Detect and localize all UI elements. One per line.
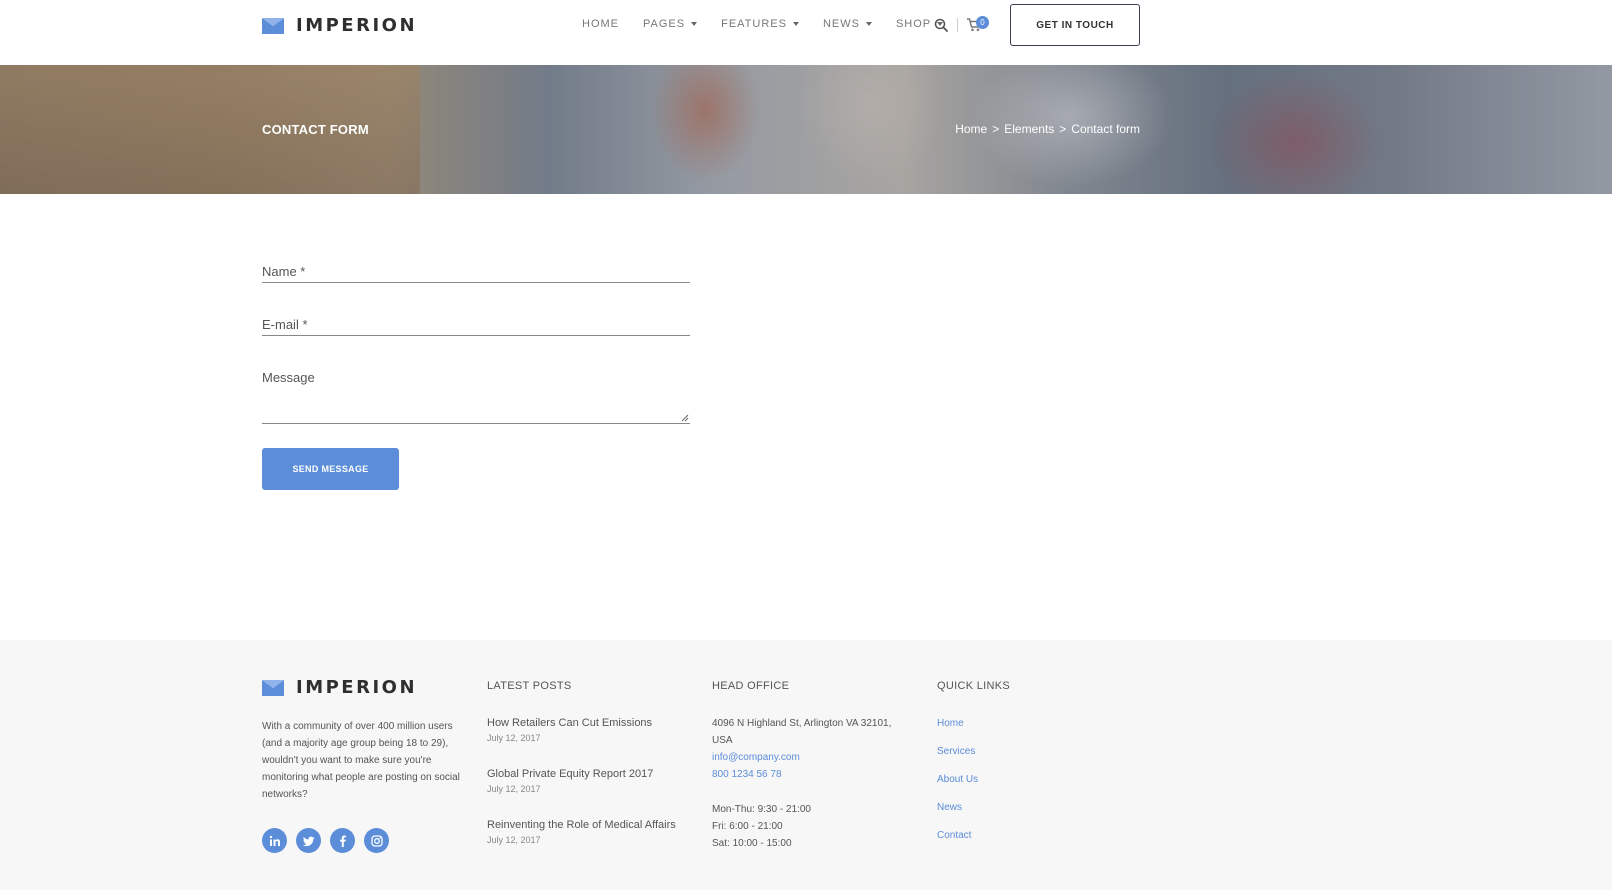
hours-line: Fri: 6:00 - 21:00 <box>712 821 783 832</box>
linkedin-link[interactable] <box>262 828 287 853</box>
page-hero-banner: CONTACT FORM Home > Elements > Contact f… <box>0 65 1612 194</box>
nav-label: NEWS <box>822 18 860 30</box>
quick-link-news[interactable]: News <box>937 799 978 816</box>
get-in-touch-button[interactable]: GET IN TOUCH <box>1010 4 1140 46</box>
post-title[interactable]: Global Private Equity Report 2017 <box>487 766 682 783</box>
breadcrumb-separator: > <box>1059 122 1067 136</box>
head-office-heading: HEAD OFFICE <box>712 680 790 692</box>
email-field[interactable]: E-mail * <box>262 317 690 336</box>
facebook-link[interactable] <box>330 828 355 853</box>
nav-label: HOME <box>582 18 619 30</box>
quick-links-list: Home Services About Us News Contact <box>937 715 978 844</box>
cart-count-badge: 0 <box>976 16 989 29</box>
breadcrumb-current: Contact form <box>1071 122 1140 136</box>
office-address: 4096 N Highland St, Arlington VA 32101, … <box>712 718 892 746</box>
post-item[interactable]: Reinventing the Role of Medical Affairs … <box>487 817 682 845</box>
post-date: July 12, 2017 <box>487 784 541 794</box>
send-message-button[interactable]: SEND MESSAGE <box>262 448 399 490</box>
breadcrumb-home[interactable]: Home <box>955 122 987 136</box>
logo-mark-icon <box>262 17 284 34</box>
quick-links-heading: QUICK LINKS <box>937 680 1010 692</box>
caret-down-icon <box>792 22 799 26</box>
header-divider <box>957 18 958 32</box>
logo-wordmark: IMPERION <box>296 15 418 36</box>
site-logo[interactable]: IMPERION <box>262 15 417 36</box>
office-contact: 4096 N Highland St, Arlington VA 32101, … <box>712 715 912 783</box>
office-hours: Mon-Thu: 9:30 - 21:00 Fri: 6:00 - 21:00 … <box>712 801 811 852</box>
post-title[interactable]: How Retailers Can Cut Emissions <box>487 715 682 732</box>
message-placeholder: Message <box>262 370 315 385</box>
footer-logo[interactable]: IMPERION <box>262 677 417 698</box>
post-date: July 12, 2017 <box>487 733 541 743</box>
caret-down-icon <box>691 22 698 26</box>
nav-label: PAGES <box>643 18 686 30</box>
logo-wordmark: IMPERION <box>296 677 418 698</box>
page-title: CONTACT FORM <box>262 122 369 137</box>
hours-line: Mon-Thu: 9:30 - 21:00 <box>712 804 811 815</box>
breadcrumb-elements[interactable]: Elements <box>1004 122 1054 136</box>
post-date: July 12, 2017 <box>487 835 541 845</box>
nav-home[interactable]: HOME <box>582 18 619 30</box>
linkedin-icon <box>269 835 280 846</box>
message-field[interactable]: Message <box>262 370 690 424</box>
post-item[interactable]: Global Private Equity Report 2017 July 1… <box>487 766 682 794</box>
breadcrumb-separator: > <box>992 122 1000 136</box>
twitter-link[interactable] <box>296 828 321 853</box>
quick-link-services[interactable]: Services <box>937 743 978 760</box>
twitter-icon <box>302 836 314 846</box>
logo-mark-icon <box>262 679 284 696</box>
email-placeholder: E-mail * <box>262 317 308 332</box>
caret-down-icon <box>865 22 872 26</box>
search-icon[interactable] <box>934 18 948 32</box>
site-footer: IMPERION With a community of over 400 mi… <box>0 640 1612 890</box>
footer-about-text: With a community of over 400 million use… <box>262 721 460 800</box>
post-item[interactable]: How Retailers Can Cut Emissions July 12,… <box>487 715 682 743</box>
quick-link-contact[interactable]: Contact <box>937 827 978 844</box>
nav-news[interactable]: NEWS <box>823 18 872 30</box>
instagram-link[interactable] <box>364 828 389 853</box>
nav-label: SHOP <box>895 18 932 30</box>
hours-line: Sat: 10:00 - 15:00 <box>712 838 792 849</box>
name-field[interactable]: Name * <box>262 264 690 283</box>
resize-handle-icon[interactable] <box>681 414 689 422</box>
facebook-icon <box>339 835 346 847</box>
main-nav: HOME PAGES FEATURES NEWS SHOP <box>582 18 944 30</box>
breadcrumb: Home > Elements > Contact form <box>955 122 1140 136</box>
nav-pages[interactable]: PAGES <box>643 18 698 30</box>
social-links <box>262 828 389 853</box>
quick-link-home[interactable]: Home <box>937 715 978 732</box>
quick-link-about-us[interactable]: About Us <box>937 771 978 788</box>
latest-posts-heading: LATEST POSTS <box>487 680 572 692</box>
name-placeholder: Name * <box>262 264 306 279</box>
office-email-link[interactable]: info@company.com <box>712 749 912 766</box>
nav-label: FEATURES <box>721 18 787 30</box>
site-header: IMPERION HOME PAGES FEATURES NEWS SHOP 0… <box>0 0 1612 65</box>
office-phone-link[interactable]: 800 1234 56 78 <box>712 766 912 783</box>
instagram-icon <box>370 834 383 847</box>
nav-features[interactable]: FEATURES <box>721 18 799 30</box>
post-title[interactable]: Reinventing the Role of Medical Affairs <box>487 817 682 834</box>
hero-overlay <box>0 65 1612 194</box>
